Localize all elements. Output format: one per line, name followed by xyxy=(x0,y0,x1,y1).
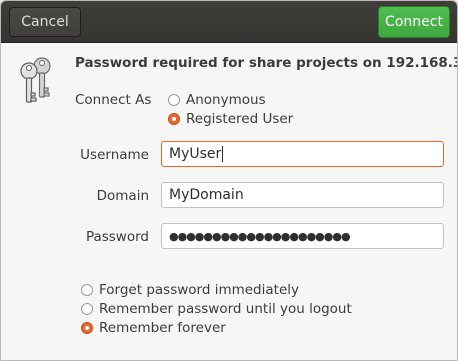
username-field[interactable]: MyUser xyxy=(161,141,444,167)
connect-button[interactable]: Connect xyxy=(378,6,450,38)
radio-label: Anonymous xyxy=(186,92,266,108)
radio-remember-forever[interactable]: Remember forever xyxy=(81,320,226,336)
radio-button[interactable] xyxy=(168,113,180,125)
radio-label: Remember password until you logout xyxy=(99,301,352,317)
radio-label: Registered User xyxy=(186,111,294,127)
password-label: Password xyxy=(85,229,149,245)
radio-registered-user[interactable]: Registered User xyxy=(168,111,293,127)
radio-button[interactable] xyxy=(168,94,180,106)
connect-as-label: Connect As xyxy=(75,92,152,108)
password-field[interactable]: ●●●●●●●●●●●●●●●●●●●●● xyxy=(161,223,444,249)
radio-label: Remember forever xyxy=(99,320,226,336)
cancel-button[interactable]: Cancel xyxy=(9,7,81,37)
radio-button[interactable] xyxy=(81,303,93,315)
radio-anonymous[interactable]: Anonymous xyxy=(168,92,266,108)
keys-icon xyxy=(20,57,51,103)
radio-label: Forget password immediately xyxy=(99,282,299,298)
domain-label: Domain xyxy=(96,188,149,204)
text-caret xyxy=(222,146,224,162)
domain-field[interactable]: MyDomain xyxy=(161,182,444,208)
password-mask: ●●●●●●●●●●●●●●●●●●●●● xyxy=(169,229,351,243)
radio-button[interactable] xyxy=(81,322,93,334)
radio-forget-immediately[interactable]: Forget password immediately xyxy=(81,282,299,298)
domain-value: MyDomain xyxy=(169,187,244,203)
dialog-heading: Password required for share projects on … xyxy=(75,55,458,71)
headerbar: Cancel Connect xyxy=(1,1,457,43)
radio-button[interactable] xyxy=(81,284,93,296)
username-label: Username xyxy=(80,147,149,163)
password-dialog: Cancel Connect Password required for sha… xyxy=(0,0,458,361)
radio-remember-until-logout[interactable]: Remember password until you logout xyxy=(81,301,352,317)
username-value: MyUser xyxy=(169,146,222,162)
